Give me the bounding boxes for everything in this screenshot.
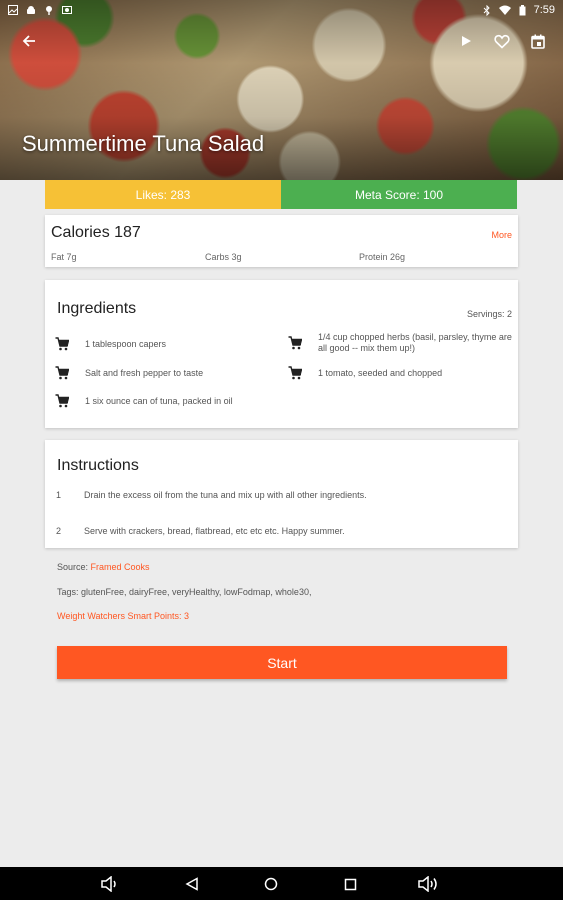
instruction-step: 2 Serve with crackers, bread, flatbread,… [56, 526, 345, 536]
shopping-cart-icon [55, 394, 69, 408]
shopping-cart-icon [288, 336, 302, 350]
favorite-button[interactable] [491, 30, 513, 52]
shopping-cart-icon [288, 366, 302, 380]
meta-score: Meta Score: 100 [281, 180, 517, 209]
recipe-title: Summertime Tuna Salad [22, 131, 265, 156]
instruction-step: 1 Drain the excess oil from the tuna and… [56, 490, 367, 500]
battery-icon [519, 4, 526, 15]
ingredient-item[interactable]: 1 six ounce can of tuna, packed in oil [55, 394, 275, 408]
source-prefix: Source: [57, 562, 91, 572]
shopping-cart-icon [55, 366, 69, 380]
back-triangle-icon [185, 877, 198, 891]
volume-down-icon [101, 876, 116, 892]
more-nutrition-link[interactable]: More [491, 230, 512, 240]
ingredient-item[interactable]: 1 tablespoon capers [55, 337, 275, 351]
weight-watchers-points: Weight Watchers Smart Points: 3 [57, 611, 190, 621]
ingredient-item[interactable]: Salt and fresh pepper to taste [55, 366, 275, 380]
wifi-icon [498, 5, 511, 15]
bluetooth-icon [483, 4, 490, 16]
app-bar [0, 24, 563, 58]
ingredient-text: 1 tablespoon capers [85, 338, 167, 349]
system-navigation-bar [0, 867, 563, 900]
step-text: Drain the excess oil from the tuna and m… [84, 490, 367, 500]
android-notification-icon [27, 6, 35, 14]
step-text: Serve with crackers, bread, flatbread, e… [84, 526, 345, 536]
pin-notification-icon [46, 6, 52, 15]
protein-label: Protein 26g [359, 252, 406, 262]
add-to-calendar-button[interactable] [527, 30, 549, 52]
ingredients-heading: Ingredients [57, 300, 137, 317]
volume-down-button[interactable] [101, 875, 119, 893]
tags-line: Tags: glutenFree, dairyFree, veryHealthy… [57, 587, 312, 597]
ingredient-item[interactable]: 1 tomato, seeded and chopped [288, 366, 516, 380]
instructions-card: Instructions 1 Drain the excess oil from… [45, 440, 518, 548]
nutrition-card: Calories 187 More Fat 7g Carbs 3g Protei… [45, 215, 518, 267]
calories-label: Calories 187 [51, 224, 141, 241]
ingredient-text: 1/4 cup chopped herbs (basil, parsley, t… [318, 332, 512, 353]
servings-label: Servings: 2 [466, 309, 512, 319]
volume-up-button[interactable] [418, 875, 440, 893]
recents-button[interactable] [341, 875, 359, 893]
shopping-cart-icon [55, 337, 69, 351]
home-circle-icon [264, 877, 278, 891]
clock: 7:59 [533, 4, 555, 16]
image-notification-icon [8, 5, 18, 15]
back-nav-button[interactable] [183, 875, 201, 893]
ingredient-item[interactable]: 1/4 cup chopped herbs (basil, parsley, t… [288, 332, 516, 354]
play-icon [462, 36, 471, 46]
volume-up-icon [418, 876, 437, 892]
ingredient-text: Salt and fresh pepper to taste [85, 367, 204, 378]
home-button[interactable] [262, 875, 280, 893]
photo-notification-icon [62, 6, 72, 14]
instructions-heading: Instructions [57, 457, 139, 474]
source-link[interactable]: Framed Cooks [91, 562, 150, 572]
play-button[interactable] [455, 30, 477, 52]
ingredient-text: 1 tomato, seeded and chopped [318, 367, 443, 378]
heart-outline-icon [494, 34, 510, 49]
step-number: 1 [56, 490, 62, 500]
back-arrow-icon [22, 35, 35, 47]
ingredients-card: Ingredients Servings: 2 1 tablespoon cap… [45, 280, 518, 428]
source-line: Source: Framed Cooks [57, 562, 150, 572]
carbs-label: Carbs 3g [205, 252, 242, 262]
start-button[interactable]: Start [57, 646, 507, 679]
calendar-icon [531, 34, 545, 49]
ingredient-text: 1 six ounce can of tuna, packed in oil [85, 395, 233, 406]
recents-square-icon [344, 878, 356, 890]
recipe-stats: Likes: 283 Meta Score: 100 [45, 180, 517, 209]
step-number: 2 [56, 526, 62, 536]
fat-label: Fat 7g [51, 252, 77, 262]
back-button[interactable] [18, 30, 40, 52]
likes-count: Likes: 283 [45, 180, 281, 209]
status-bar: 7:59 [0, 0, 563, 20]
